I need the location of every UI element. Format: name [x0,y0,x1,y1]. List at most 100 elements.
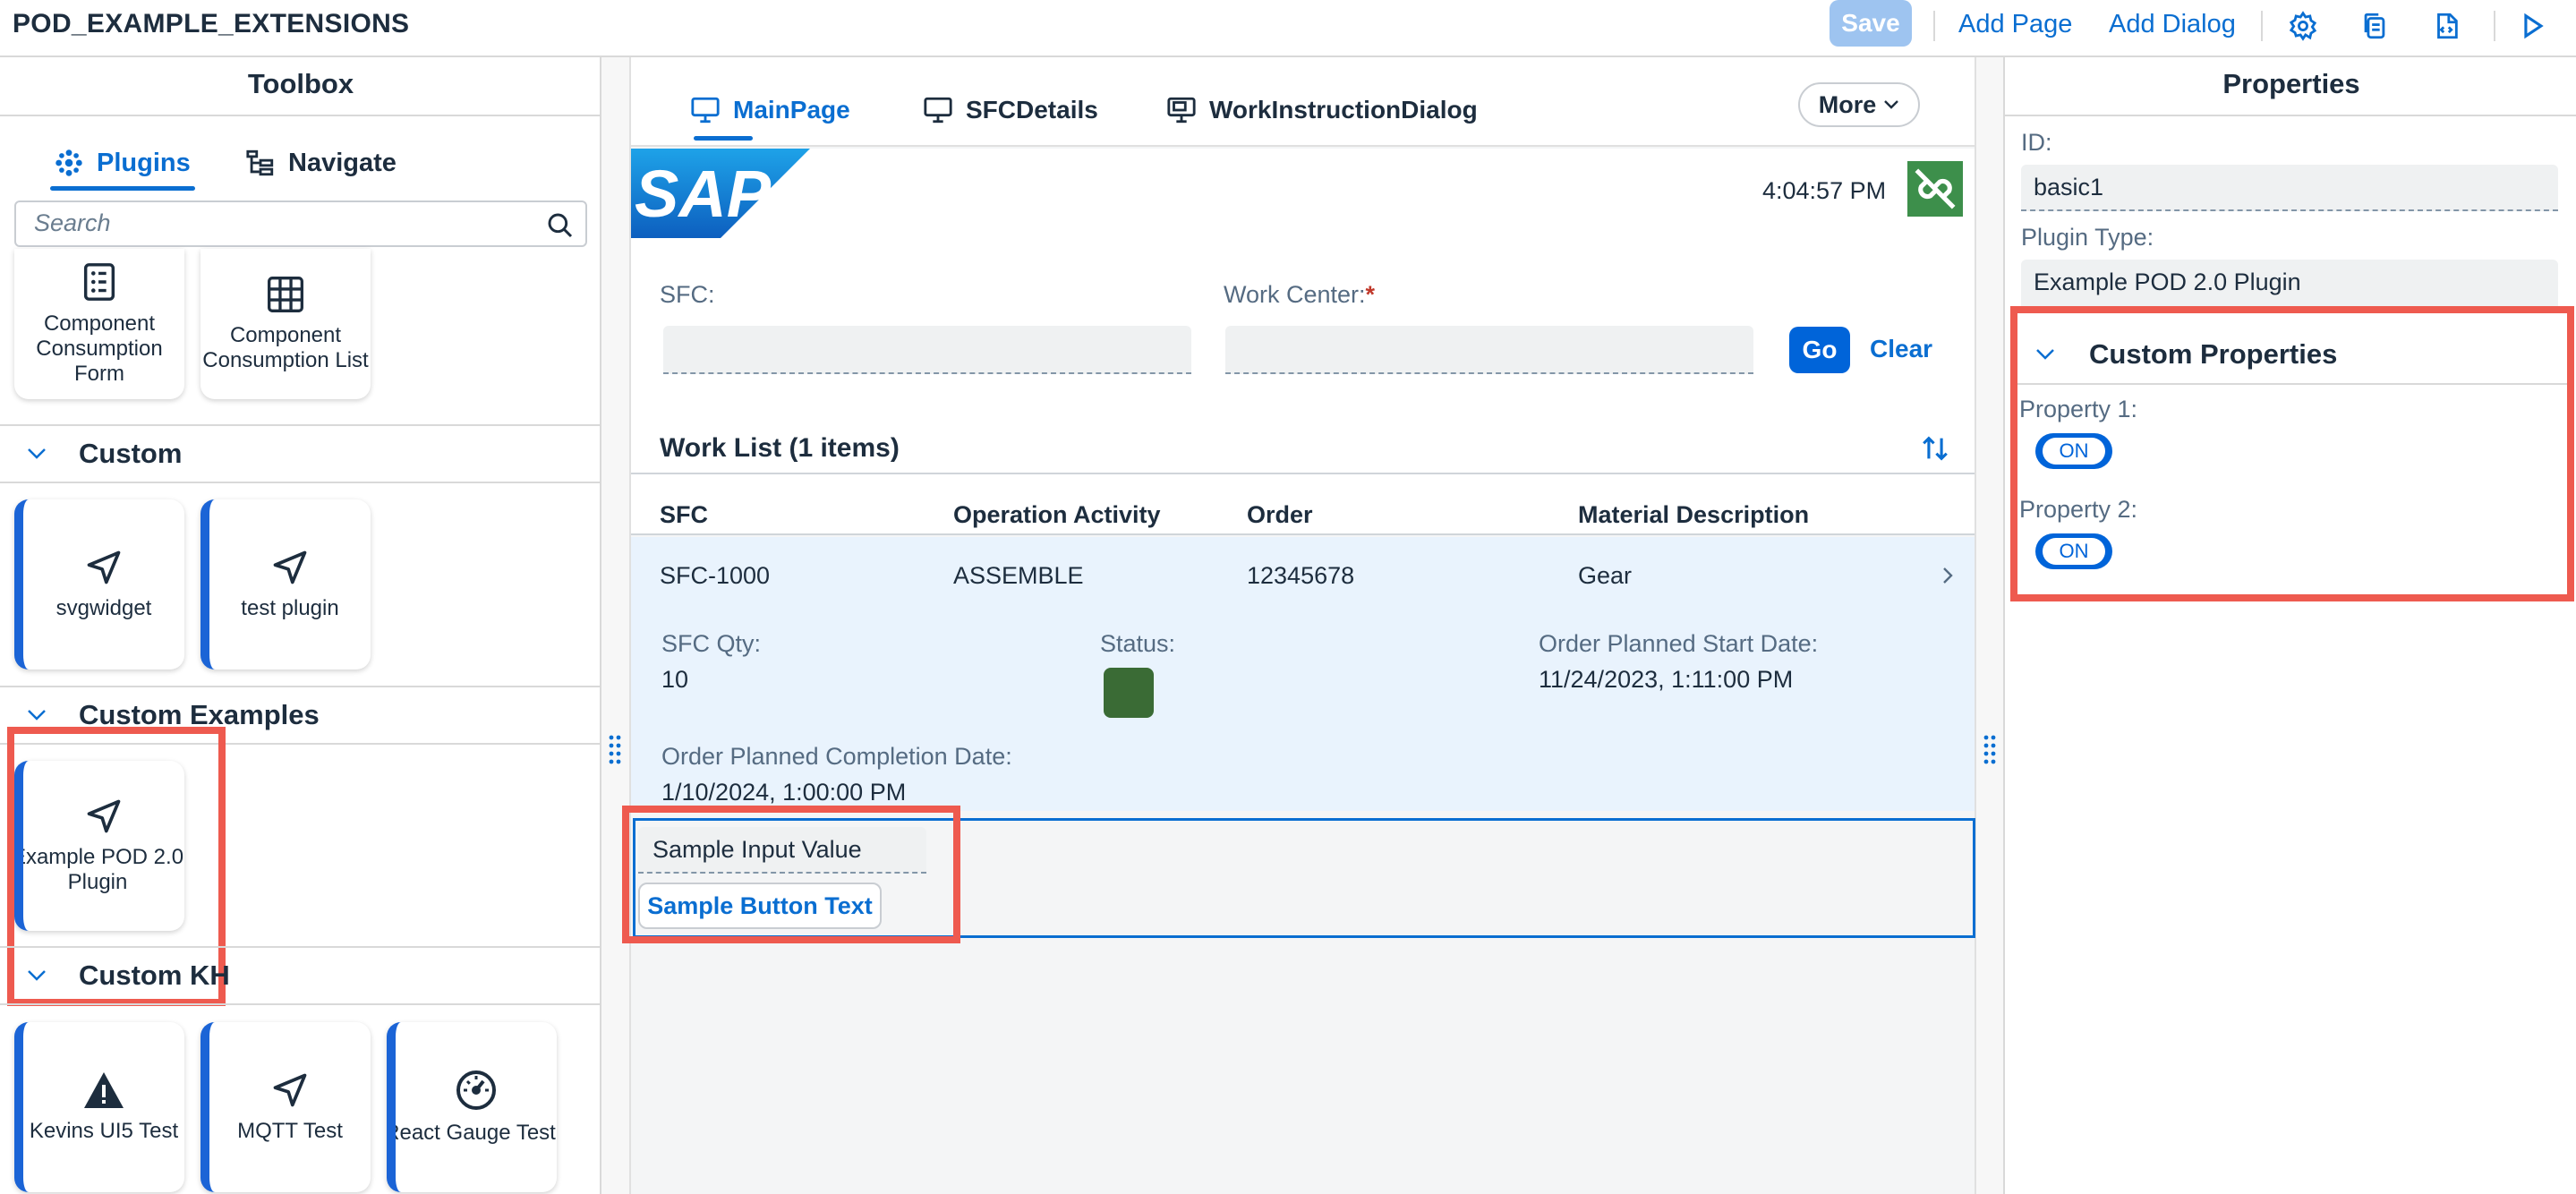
search-input[interactable]: Search [14,200,587,247]
clear-button[interactable]: Clear [1870,335,1932,363]
tab-label: MainPage [733,96,850,124]
sap-logo: SAP [631,149,810,238]
warning-icon [84,1072,124,1108]
id-input[interactable]: basic1 [2021,165,2558,211]
clock-time: 4:04:57 PM [1762,177,1887,204]
work-center-label-text: Work Center: [1224,281,1366,308]
add-dialog-button[interactable]: Add Dialog [2109,0,2236,48]
column-header-material[interactable]: Material Description [1578,501,1809,529]
status-label: Status: [1100,630,1176,657]
chevron-right-icon[interactable] [1941,566,1954,585]
toolbox-title: Toolbox [247,68,354,99]
tile-component-consumption-form[interactable]: Component Consumption Form [14,249,184,399]
planned-completion-label: Order Planned Completion Date: [661,743,1012,770]
highlight-box-sample-plugin [622,806,960,943]
column-header-order[interactable]: Order [1247,501,1313,529]
toolbar-separator [1933,11,1935,41]
search-placeholder: Search [34,209,111,236]
tile-label: Kevins UI5 Test [29,1119,179,1143]
properties-panel: Properties ID: basic1 Plugin Type: Examp… [2003,57,2576,1194]
tab-mainpage[interactable]: MainPage [690,79,850,141]
tile-react-gauge-test[interactable]: React Gauge Test [387,1022,557,1192]
navigation-arrow-icon [273,1073,307,1107]
properties-title: Properties [2222,68,2360,99]
more-label: More [1818,90,1877,118]
save-button[interactable]: Save [1830,0,1912,47]
play-preview-icon[interactable] [2517,11,2547,41]
tile-mqtt-test[interactable]: MQTT Test [200,1022,371,1192]
tab-workinstructiondialog[interactable]: WorkInstructionDialog [1166,79,1478,141]
planned-completion-value: 1/10/2024, 1:00:00 PM [661,779,907,806]
tab-sfcdetails[interactable]: SFCDetails [923,79,1098,141]
connection-status-icon [1907,161,1963,217]
active-tab-indicator [694,136,753,141]
tile-component-consumption-list[interactable]: Component Consumption List [200,249,371,399]
tile-label: test plugin [241,596,339,620]
section-custom-header[interactable]: Custom [0,424,601,483]
copy-icon[interactable] [2359,11,2390,41]
column-header-sfc[interactable]: SFC [660,501,708,529]
tab-plugins[interactable]: Plugins [54,136,191,190]
sfc-label: SFC: [660,281,715,308]
right-splitter[interactable] [1976,57,2003,1194]
add-page-button[interactable]: Add Page [1958,0,2072,48]
tile-svgwidget[interactable]: svgwidget [14,499,184,669]
section-title: Custom KH [79,959,230,991]
work-center-label: Work Center:* [1224,281,1375,309]
tab-label: Plugins [97,148,191,177]
tab-label: WorkInstructionDialog [1209,96,1478,124]
divider [0,115,601,116]
go-button[interactable]: Go [1789,327,1850,373]
tab-label: Navigate [288,148,397,177]
tile-label: MQTT Test [237,1119,343,1143]
work-center-input[interactable] [1225,326,1753,374]
plugins-icon [55,149,82,176]
worklist-title: Work List (1 items) [660,433,900,463]
tab-navigate[interactable]: Navigate [245,136,397,190]
sfc-input[interactable] [663,326,1191,374]
tab-label: SFCDetails [966,96,1098,124]
gauge-icon [456,1070,496,1110]
sort-icon[interactable] [1920,433,1950,464]
settings-gear-icon[interactable] [2288,11,2318,41]
search-icon[interactable] [546,211,575,240]
cell-sfc: SFC-1000 [660,562,771,589]
status-indicator [1104,668,1154,718]
code-file-icon[interactable] [2431,11,2461,41]
grid-icon [268,277,303,312]
navigation-arrow-icon [87,550,121,584]
tile-label: React Gauge Test [387,1121,556,1145]
sfc-qty-value: 10 [661,666,689,693]
tile-test-plugin[interactable]: test plugin [200,499,371,669]
toolbar-separator [2261,11,2263,41]
toolbox-panel: Toolbox Plugins Navigate Search Componen… [0,57,601,1194]
planned-start-label: Order Planned Start Date: [1539,630,1819,657]
left-splitter[interactable] [601,57,629,1194]
id-label: ID: [2021,129,2052,156]
more-tabs-button[interactable]: More [1798,82,1920,127]
splitter-grip-icon [1983,735,1996,764]
navigation-arrow-icon [273,550,307,584]
navigate-tree-icon [246,149,274,176]
column-header-operation[interactable]: Operation Activity [953,501,1161,529]
plugin-type-value: Example POD 2.0 Plugin [2034,269,2301,295]
tile-label: svgwidget [55,596,152,620]
planned-start-value: 11/24/2023, 1:11:00 PM [1539,666,1794,693]
tile-kevins-ui5-test[interactable]: Kevins UI5 Test [14,1022,184,1192]
cell-order: 12345678 [1247,562,1355,589]
chevron-down-icon [1884,100,1899,109]
top-toolbar: POD_EXAMPLE_EXTENSIONS Save Add Page Add… [0,0,2576,57]
pod-canvas: MainPage SFCDetails WorkInstructionDialo… [622,57,1976,1194]
section-custom-kh-header[interactable]: Custom KH [0,946,601,1005]
cell-material: Gear [1578,562,1633,589]
monitor-icon [691,97,720,124]
id-value: basic1 [2034,174,2104,200]
chevron-down-icon [28,448,46,459]
required-mark: * [1365,281,1376,308]
form-icon [83,263,115,301]
dialog-icon [1167,97,1196,124]
sfc-qty-label: SFC Qty: [661,630,762,657]
app-title: POD_EXAMPLE_EXTENSIONS [13,9,410,38]
svg-text:SAP: SAP [635,157,772,231]
plugin-type-label: Plugin Type: [2021,224,2154,251]
